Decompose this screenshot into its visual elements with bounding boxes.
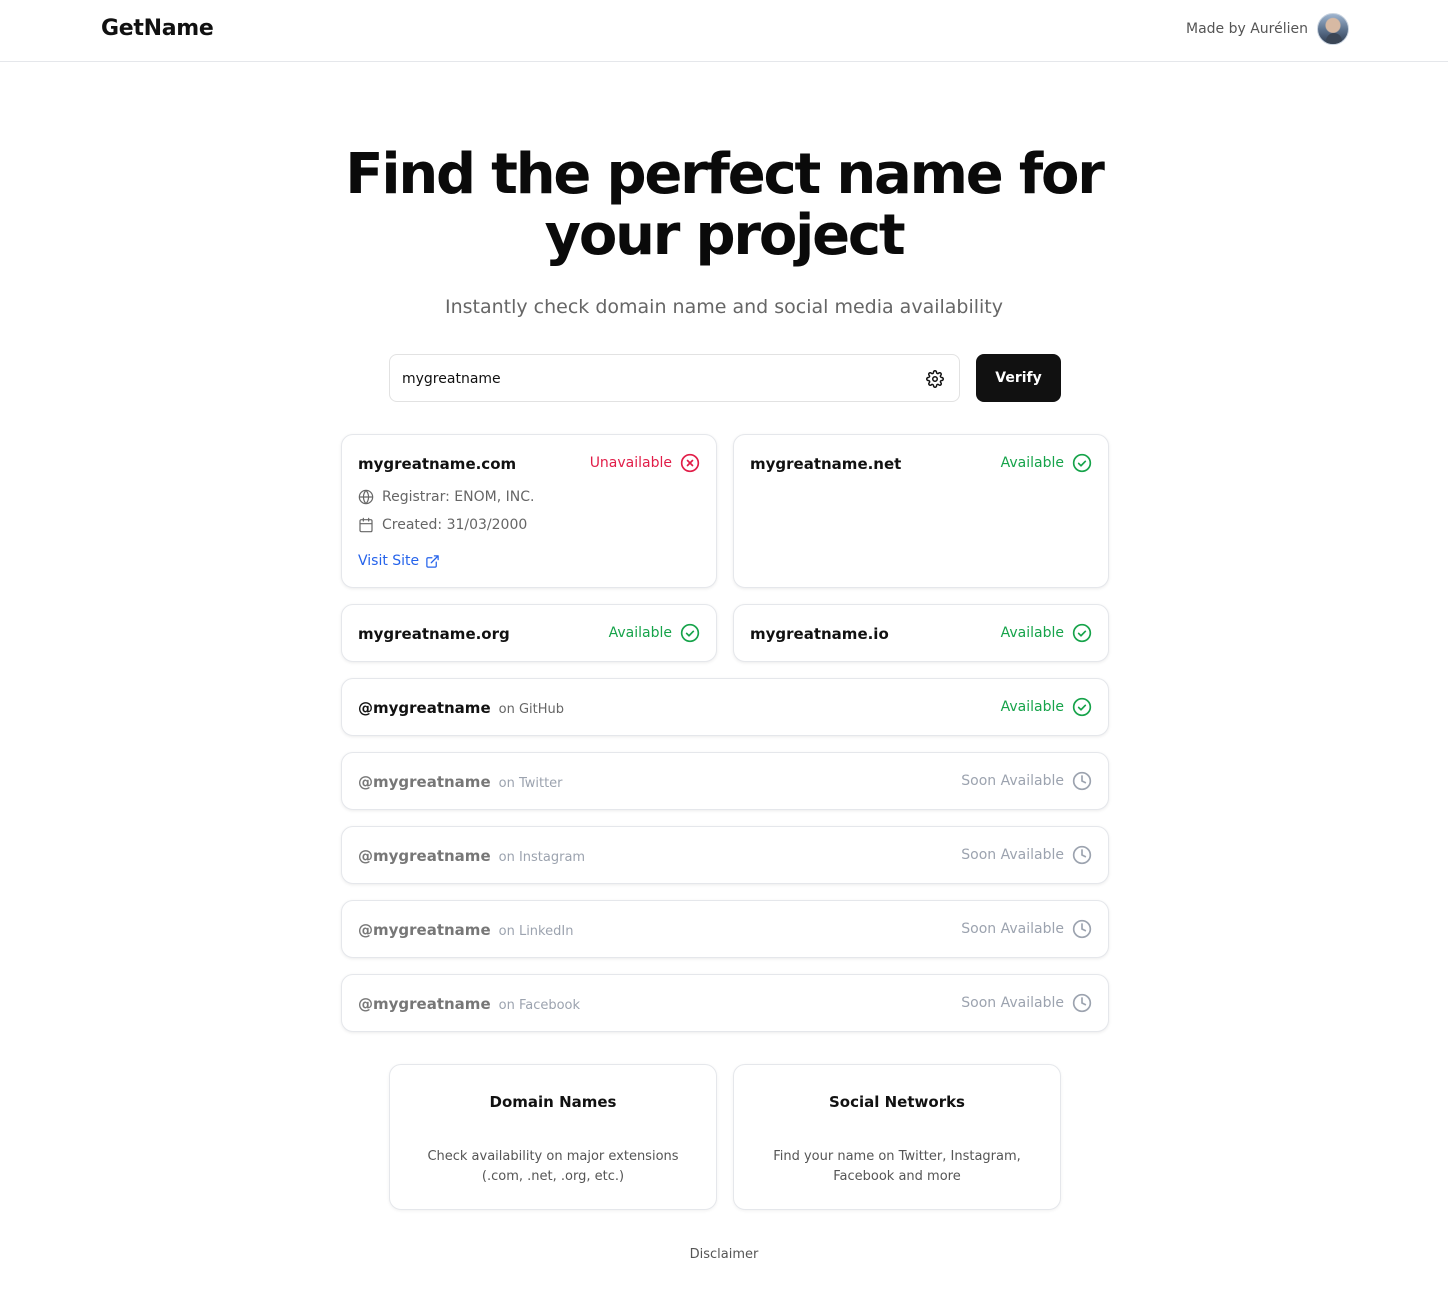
status-badge: Soon Available: [961, 771, 1092, 791]
social-handle: @mygreatname on LinkedIn: [358, 921, 573, 939]
domain-card-io: mygreatname.io Available: [733, 604, 1109, 662]
social-card-facebook: @mygreatname on Facebook Soon Available: [341, 974, 1109, 1032]
status-label: Soon Available: [961, 773, 1064, 789]
external-link-icon: [426, 554, 439, 568]
visit-site-label: Visit Site: [358, 553, 420, 569]
status-badge: Available: [1001, 453, 1092, 473]
brand-logo[interactable]: GetName: [101, 16, 214, 41]
avatar[interactable]: [1317, 13, 1349, 45]
feature-title: Social Networks: [829, 1093, 965, 1111]
status-label: Available: [1000, 699, 1064, 715]
status-label: Available: [1000, 625, 1064, 641]
social-card-twitter: @mygreatname on Twitter Soon Available: [341, 752, 1109, 810]
status-badge: Available: [609, 623, 700, 643]
status-label: Available: [1000, 455, 1064, 471]
status-badge: Unavailable: [590, 453, 700, 473]
made-by-link[interactable]: Made by Aurélien: [1186, 21, 1308, 37]
verify-button[interactable]: Verify: [976, 354, 1061, 402]
handle-name: @mygreatname: [358, 847, 491, 865]
registrar-row: Registrar: ENOM, INC.: [358, 489, 534, 505]
x-circle-icon: [680, 453, 700, 473]
check-circle-icon: [1072, 623, 1092, 643]
domain-name: mygreatname.com: [358, 455, 517, 473]
social-handle: @mygreatname on Twitter: [358, 773, 563, 791]
platform-label: on LinkedIn: [498, 924, 574, 939]
clock-icon: [1072, 845, 1092, 865]
check-circle-icon: [1072, 697, 1092, 717]
domain-card-org: mygreatname.org Available: [341, 604, 717, 662]
disclaimer-link[interactable]: Disclaimer: [0, 1247, 1448, 1262]
feature-card-socials: Social Networks Find your name on Twitte…: [733, 1064, 1061, 1210]
check-circle-icon: [1072, 453, 1092, 473]
feature-card-domains: Domain Names Check availability on major…: [389, 1064, 717, 1210]
status-label: Unavailable: [589, 455, 672, 471]
social-handle: @mygreatname on Instagram: [358, 847, 585, 865]
social-card-github: @mygreatname on GitHub Available: [341, 678, 1109, 736]
feature-description: Check availability on major extensions (…: [427, 1149, 679, 1184]
status-badge: Available: [1001, 623, 1092, 643]
handle-name: @mygreatname: [358, 773, 491, 791]
search-input[interactable]: [402, 367, 902, 391]
page-title: Find the perfect name for your project: [345, 142, 1105, 268]
feature-title: Domain Names: [489, 1093, 617, 1111]
domain-name: mygreatname.io: [750, 625, 889, 643]
status-label: Soon Available: [961, 847, 1064, 863]
platform-label: on Twitter: [498, 776, 563, 791]
social-handle: @mygreatname on GitHub: [358, 699, 564, 717]
status-label: Soon Available: [961, 921, 1064, 937]
status-badge: Soon Available: [961, 845, 1092, 865]
visit-site-link[interactable]: Visit Site: [358, 553, 440, 569]
handle-name: @mygreatname: [358, 699, 491, 717]
domain-card-net: mygreatname.net Available: [733, 434, 1109, 588]
status-label: Available: [608, 625, 672, 641]
handle-name: @mygreatname: [358, 995, 491, 1013]
page-subtitle: Instantly check domain name and social m…: [444, 296, 1003, 318]
social-card-linkedin: @mygreatname on LinkedIn Soon Available: [341, 900, 1109, 958]
domain-name: mygreatname.net: [750, 455, 902, 473]
clock-icon: [1072, 771, 1092, 791]
status-label: Soon Available: [961, 995, 1064, 1011]
clock-icon: [1072, 919, 1092, 939]
check-circle-icon: [680, 623, 700, 643]
social-card-instagram: @mygreatname on Instagram Soon Available: [341, 826, 1109, 884]
platform-label: on Instagram: [498, 850, 586, 865]
feature-description: Find your name on Twitter, Instagram, Fa…: [773, 1149, 1021, 1184]
calendar-icon: [359, 517, 373, 533]
globe-icon: [358, 489, 374, 505]
search-box: [389, 354, 960, 402]
domain-card-com: mygreatname.com Unavailable Registrar: E…: [341, 434, 717, 588]
status-badge: Soon Available: [961, 993, 1092, 1013]
created-text: Created: 31/03/2000: [382, 517, 528, 533]
platform-label: on Facebook: [498, 998, 581, 1013]
handle-name: @mygreatname: [358, 921, 491, 939]
gear-icon[interactable]: [926, 370, 944, 388]
platform-label: on GitHub: [498, 702, 564, 717]
social-handle: @mygreatname on Facebook: [358, 995, 580, 1013]
domain-name: mygreatname.org: [358, 625, 510, 643]
clock-icon: [1072, 993, 1092, 1013]
status-badge: Available: [1001, 697, 1092, 717]
top-bar: GetName Made by Aurélien: [0, 0, 1448, 62]
created-row: Created: 31/03/2000: [358, 517, 527, 533]
registrar-text: Registrar: ENOM, INC.: [382, 489, 535, 505]
status-badge: Soon Available: [961, 919, 1092, 939]
